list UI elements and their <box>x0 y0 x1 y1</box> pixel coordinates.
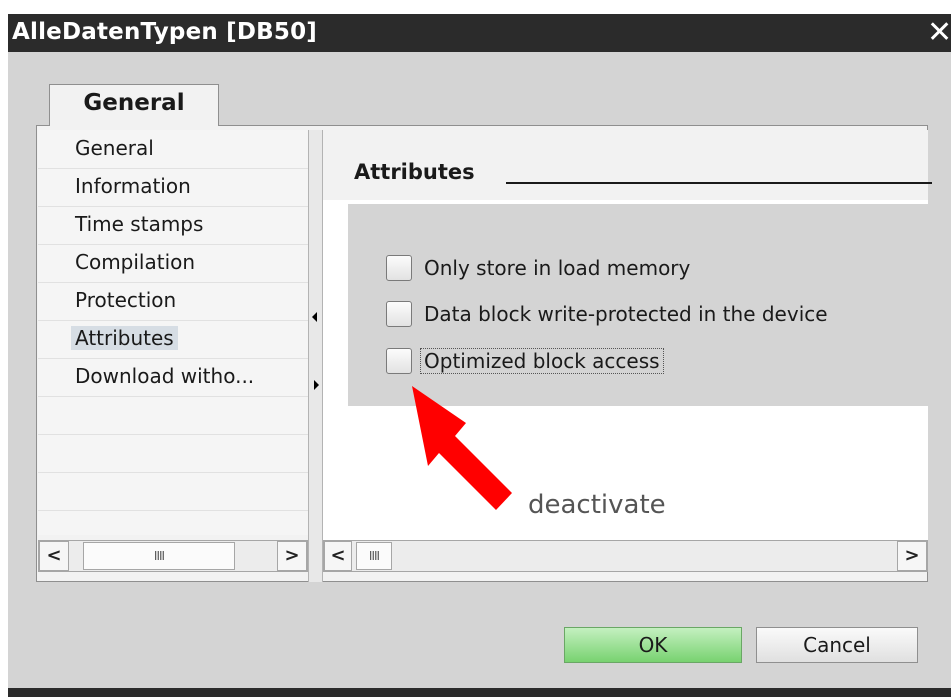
red-arrow-annotation <box>412 386 512 510</box>
dialog-window: AlleDatenTypen [DB50] ✕ General General … <box>0 0 951 697</box>
annotation-text: deactivate <box>528 490 666 520</box>
cancel-button[interactable]: Cancel <box>756 627 918 663</box>
ok-button[interactable]: OK <box>564 627 742 663</box>
window-bottom-border <box>8 688 951 697</box>
arrow-icon <box>412 386 512 510</box>
